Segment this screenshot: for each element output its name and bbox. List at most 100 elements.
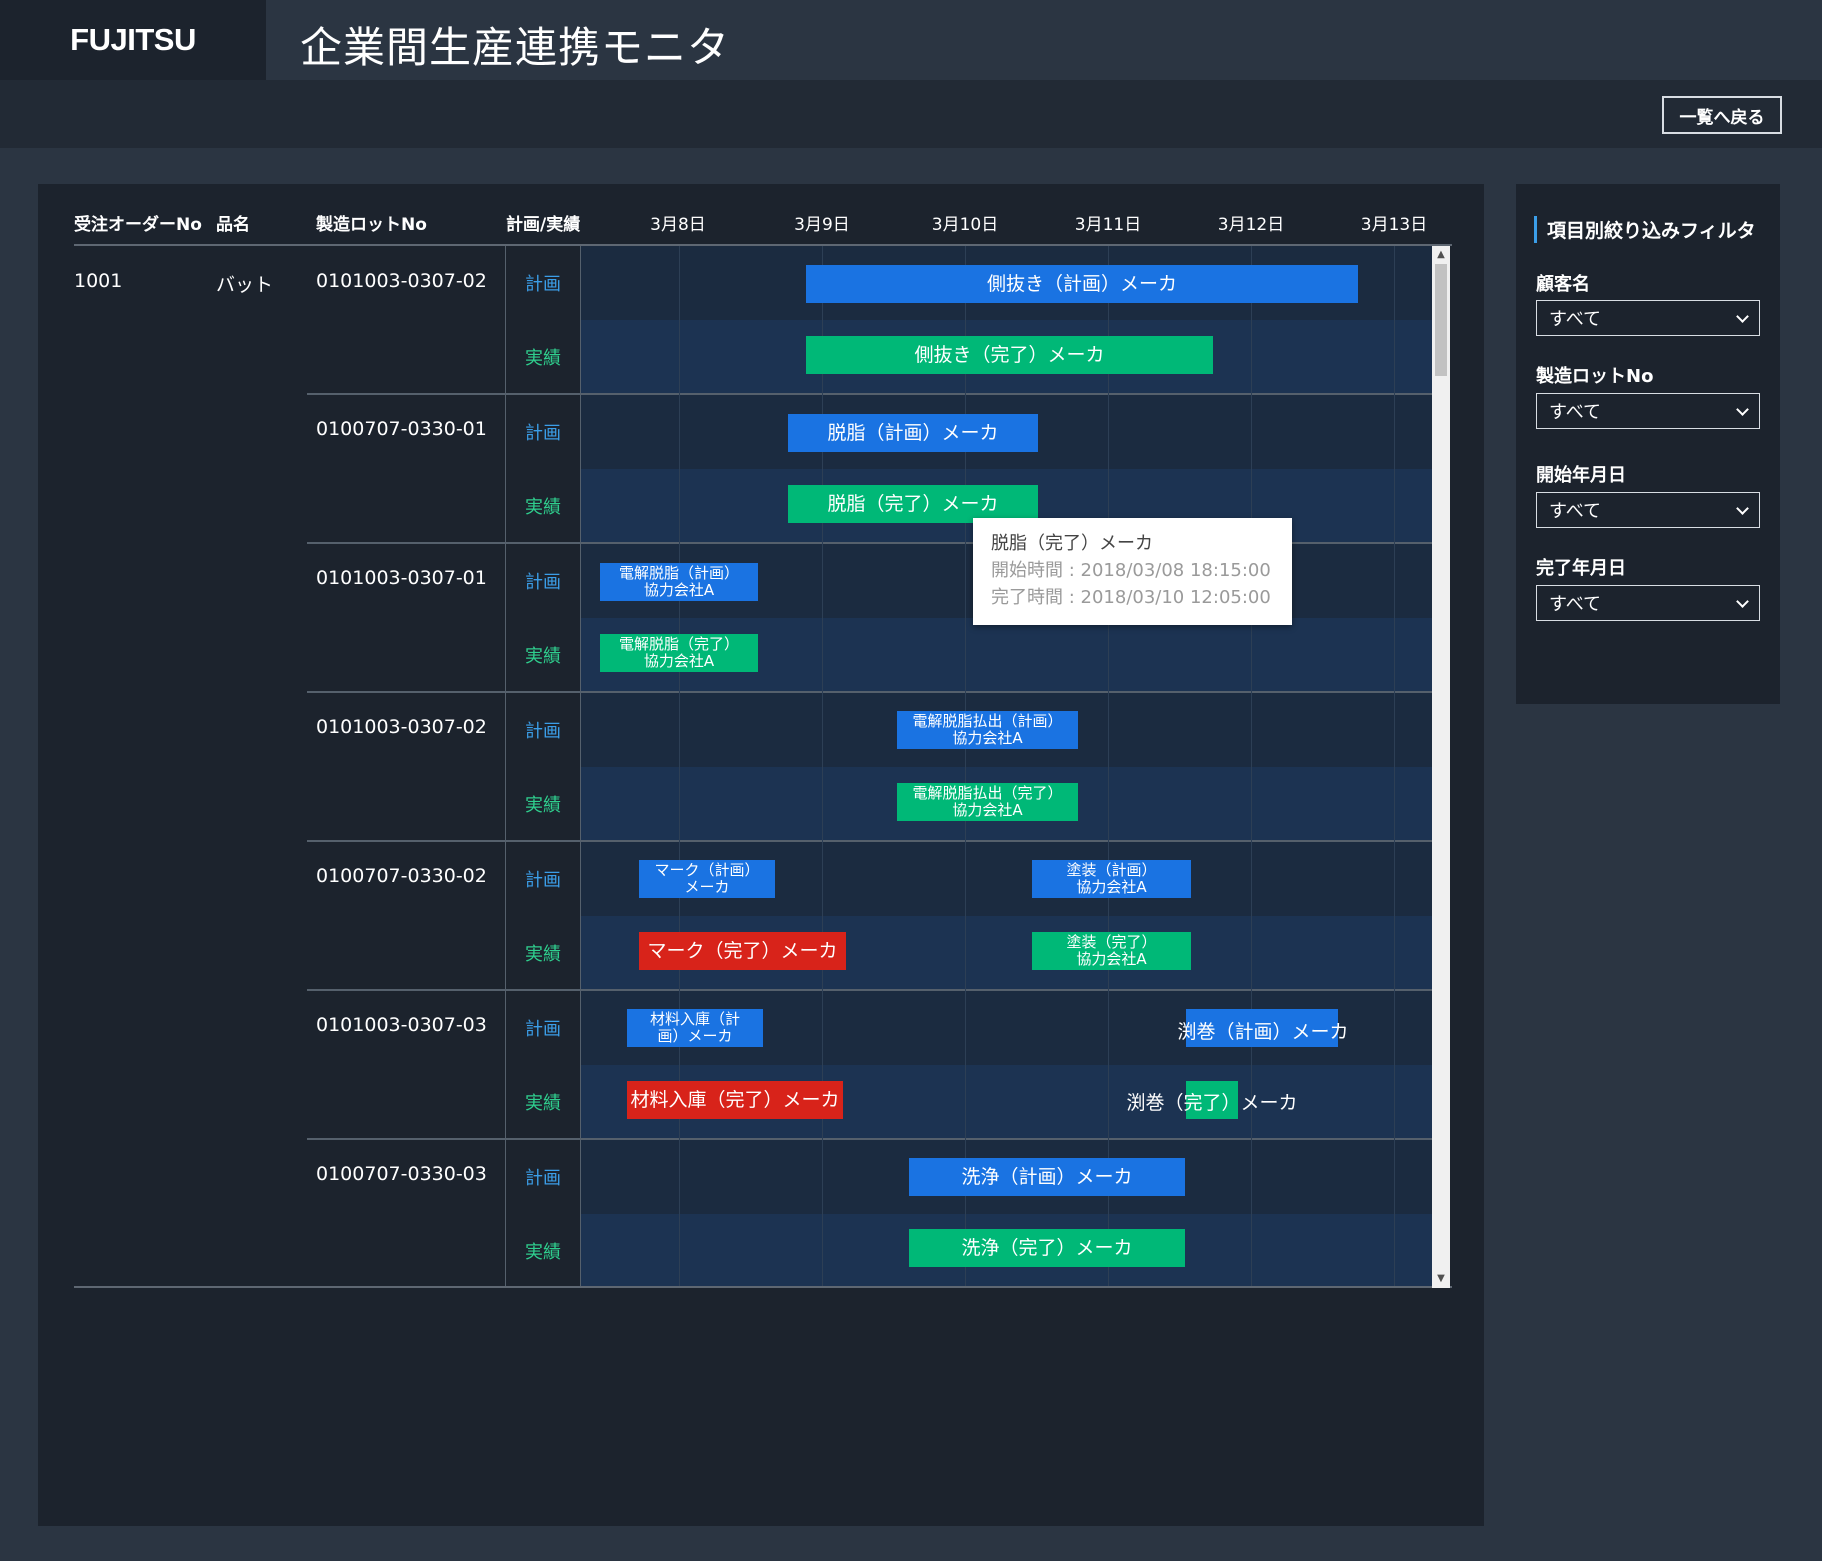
chevron-down-icon [1736, 403, 1749, 416]
day-gridline [822, 246, 823, 1286]
date-header: 3月12日 [1217, 215, 1285, 235]
vertical-scrollbar[interactable]: ▲ ▼ [1432, 246, 1450, 1288]
day-gridline [965, 246, 966, 1286]
column-divider [505, 246, 506, 1288]
chevron-down-icon [1736, 310, 1749, 323]
plan-bar[interactable]: 塗装（計画） 協力会社A [1032, 860, 1191, 898]
bar-label: 渕巻（完了）メーカ [1126, 1092, 1298, 1114]
bar-label-line: 協力会社A [952, 801, 1023, 819]
lot-no-cell: 0101003-0307-02 [316, 270, 487, 292]
bar-label-line: 電解脱脂（完了） [618, 635, 739, 653]
actual-label: 実績 [525, 348, 561, 369]
start-date-filter-select[interactable]: すべて [1536, 492, 1760, 528]
page-title: 企業間生産連携モニタ [300, 23, 731, 72]
plan-bar[interactable]: 電解脱脂払出（計画） 協力会社A [897, 711, 1078, 749]
actual-label: 実績 [525, 646, 561, 667]
gantt-grid: 1001 バット 計画 実績 0101003-0307-02 計画 実績 010… [74, 246, 1452, 1288]
plan-label: 計画 [525, 721, 561, 742]
lot-no-cell: 0100707-0330-03 [316, 1163, 487, 1185]
actual-bar[interactable]: 側抜き（完了）メーカ [806, 336, 1213, 374]
plan-bar[interactable]: マーク（計画） メーカ [639, 860, 775, 898]
lot-no-cell: 0100707-0330-02 [316, 865, 487, 887]
plan-bar[interactable]: 材料入庫（計 画）メーカ [627, 1009, 763, 1047]
end-date-filter-value: すべて [1549, 594, 1602, 615]
chevron-down-icon [1736, 595, 1749, 608]
app-header: FUJITSU 企業間生産連携モニタ [0, 0, 1822, 80]
plan-label: 計画 [525, 572, 561, 593]
day-gridline [1251, 246, 1252, 1286]
column-divider [580, 246, 581, 1288]
bar-label-line: 協力会社A [1076, 878, 1147, 896]
tooltip-end-time: 完了時間 : 2018/03/10 12:05:00 [991, 587, 1271, 608]
tooltip-title: 脱脂（完了）メーカ [991, 533, 1153, 554]
actual-bar[interactable]: 洗浄（完了）メーカ [909, 1229, 1185, 1267]
date-header: 3月10日 [931, 215, 999, 235]
actual-bar-late[interactable]: 材料入庫（完了）メーカ [627, 1081, 843, 1119]
kind-header: 計画/実績 [506, 215, 581, 235]
item-name-cell: バット [216, 274, 274, 296]
start-date-filter-label: 開始年月日 [1536, 465, 1626, 486]
bar-label-line: 電解脱脂払出（計画） [912, 712, 1063, 730]
bar-label-line: マーク（計画） [654, 861, 760, 879]
filter-panel: 項目別絞り込みフィルタ 顧客名 すべて 製造ロットNo すべて 開始年月日 すべ… [1516, 184, 1780, 704]
plan-label: 計画 [525, 274, 561, 295]
lot-filter-label: 製造ロットNo [1536, 366, 1654, 387]
scroll-down-icon[interactable]: ▼ [1435, 1272, 1447, 1286]
actual-bar-late[interactable]: マーク（完了）メーカ [639, 932, 846, 970]
date-header: 3月13日 [1360, 215, 1428, 235]
actual-bar[interactable]: 電解脱脂（完了） 協力会社A [600, 634, 758, 672]
bar-label-line: 塗装（完了） [1066, 933, 1157, 951]
bar-label-line: 協力会社A [1076, 950, 1147, 968]
bar-label-line: 電解脱脂払出（完了） [912, 784, 1063, 802]
plan-label: 計画 [525, 1019, 561, 1040]
bar-label: 渕巻（計画）メーカ [1177, 1021, 1349, 1043]
item-name-header: 品名 [216, 215, 250, 235]
customer-filter-value: すべて [1549, 309, 1602, 330]
back-to-list-button[interactable]: 一覧へ戻る [1662, 96, 1782, 134]
bar-label-line: 電解脱脂（計画） [618, 564, 739, 582]
logo-text: FUJITSU [70, 22, 196, 57]
lot-no-cell: 0100707-0330-01 [316, 418, 487, 440]
chevron-down-icon [1736, 502, 1749, 515]
bar-label-line: 協力会社A [643, 652, 715, 670]
plan-label: 計画 [525, 1168, 561, 1189]
end-date-filter-label: 完了年月日 [1536, 558, 1626, 579]
bar-label-line: 塗装（計画） [1066, 861, 1157, 879]
bar-label-line: 協力会社A [643, 581, 715, 599]
bar-label-line: 協力会社A [952, 729, 1023, 747]
scroll-thumb[interactable] [1435, 264, 1447, 376]
day-gridline [1108, 246, 1109, 1286]
filter-title: 項目別絞り込みフィルタ [1534, 216, 1756, 243]
date-header: 3月9日 [794, 215, 850, 235]
day-gridline [1394, 246, 1395, 1286]
date-header: 3月11日 [1074, 215, 1142, 235]
plan-label: 計画 [525, 423, 561, 444]
scroll-up-icon[interactable]: ▲ [1435, 248, 1447, 262]
date-header: 3月8日 [650, 215, 706, 235]
plan-bar[interactable]: 洗浄（計画）メーカ [909, 1158, 1185, 1196]
bar-tooltip: 脱脂（完了）メーカ 開始時間 : 2018/03/08 18:15:00 完了時… [973, 518, 1292, 625]
plan-bar[interactable]: 電解脱脂（計画） 協力会社A [600, 563, 758, 601]
actual-label: 実績 [525, 795, 561, 816]
customer-filter-select[interactable]: すべて [1536, 300, 1760, 336]
lot-no-cell: 0101003-0307-02 [316, 716, 487, 738]
start-date-filter-value: すべて [1549, 501, 1602, 522]
actual-label: 実績 [525, 944, 561, 965]
logo: FUJITSU [0, 0, 266, 80]
plan-bar[interactable]: 側抜き（計画）メーカ [806, 265, 1358, 303]
tooltip-start-time: 開始時間 : 2018/03/08 18:15:00 [991, 560, 1271, 581]
lot-filter-select[interactable]: すべて [1536, 393, 1760, 429]
plan-label: 計画 [525, 870, 561, 891]
order-no-cell: 1001 [74, 270, 123, 292]
customer-filter-label: 顧客名 [1536, 274, 1590, 295]
plan-bar[interactable]: 脱脂（計画）メーカ [788, 414, 1038, 452]
lot-filter-value: すべて [1549, 402, 1602, 423]
actual-bar[interactable]: 塗装（完了） 協力会社A [1032, 932, 1191, 970]
end-date-filter-select[interactable]: すべて [1536, 585, 1760, 621]
actual-label: 実績 [525, 1093, 561, 1114]
toolbar: 一覧へ戻る [0, 80, 1822, 148]
bar-label-line: 画）メーカ [657, 1027, 733, 1045]
actual-label: 実績 [525, 497, 561, 518]
order-no-header: 受注オーダーNo [74, 215, 202, 235]
actual-bar[interactable]: 電解脱脂払出（完了） 協力会社A [897, 783, 1078, 821]
